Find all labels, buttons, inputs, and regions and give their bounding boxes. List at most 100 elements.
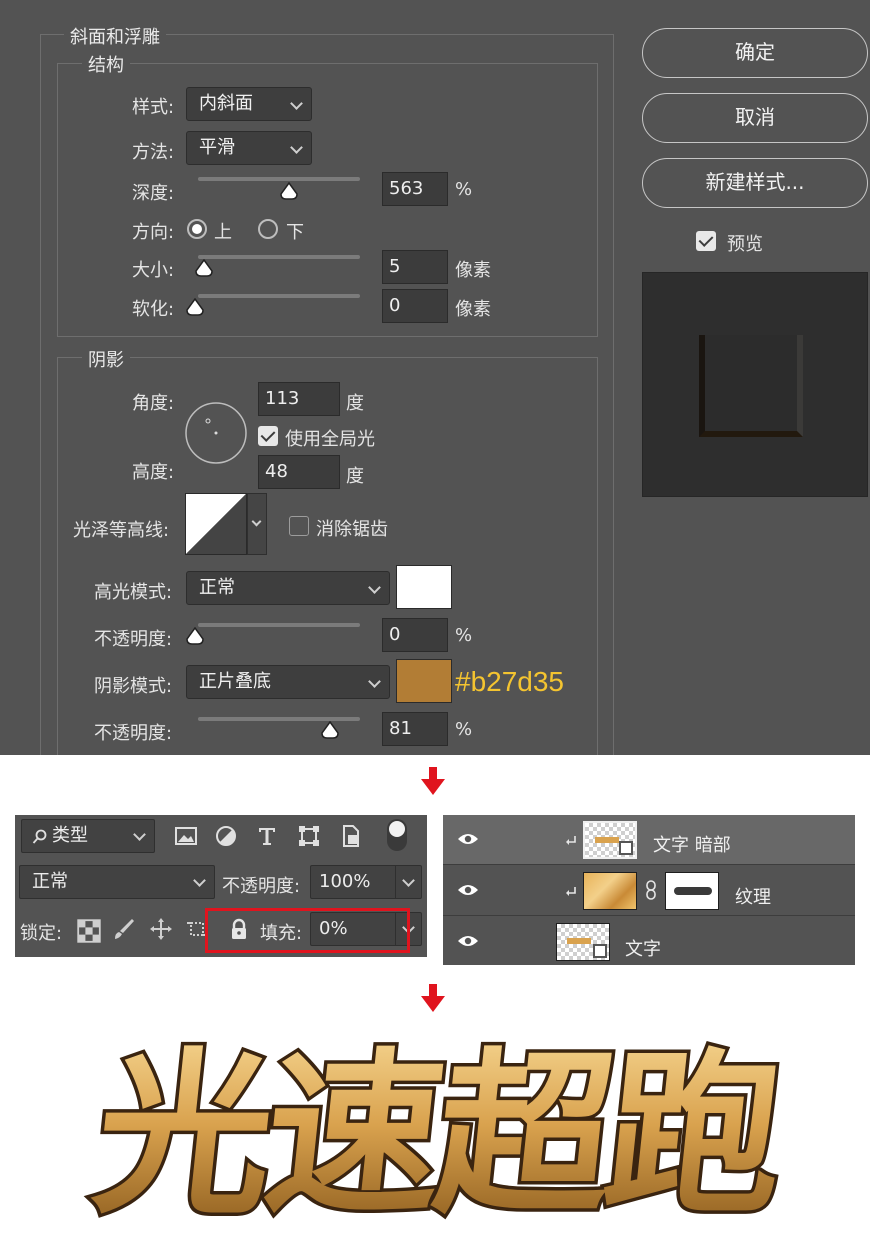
altitude-input[interactable]: 48 [258,455,340,489]
new-style-button[interactable]: 新建样式... [642,158,868,208]
technique-label: 方法: [132,142,175,163]
layer-style-dialog: 斜面和浮雕 结构 样式: 内斜面 方法: 平滑 深度: 563 % 方向: 上 … [0,0,870,755]
eye-icon[interactable] [457,832,479,846]
soften-unit: 像素 [455,299,491,320]
lock-position-icon[interactable] [149,917,173,941]
direction-up-radio[interactable] [187,219,207,239]
lock-transparent-pixels-icon[interactable] [77,919,101,943]
use-global-light-label[interactable]: 使用全局光 [285,425,375,451]
direction-up-label[interactable]: 上 [214,218,232,244]
mask-shape [674,887,712,895]
angle-dial[interactable] [184,401,248,465]
highlight-opacity-input[interactable]: 0 [382,618,448,652]
direction-down-radio[interactable] [258,219,278,239]
highlight-opacity-label: 不透明度: [94,629,173,650]
size-slider-track[interactable] [198,255,360,259]
shadow-color-annotation: #b27d35 [455,666,565,697]
layer-thumbnail-art [567,938,591,944]
structure-title: 结构 [82,51,130,77]
preview-checkbox[interactable] [696,231,716,251]
highlight-opacity-thumb[interactable] [185,627,205,645]
gloss-contour-label: 光泽等高线: [73,520,170,541]
gloss-contour-dropdown[interactable] [247,493,267,555]
layer-name[interactable]: 文字 暗部 [653,831,731,857]
depth-unit: % [455,179,473,200]
cancel-button[interactable]: 取消 [642,93,868,143]
shadow-mode-select[interactable]: 正片叠底 [186,665,390,699]
lock-label: 锁定: [20,923,63,944]
smart-object-filter-icon[interactable] [339,824,363,848]
layer-row[interactable]: 纹理 [443,866,855,916]
angle-unit: 度 [346,393,364,414]
size-slider-thumb[interactable] [194,259,214,277]
angle-label: 角度: [132,393,175,414]
link-icon[interactable] [645,880,657,900]
layer-mask-thumbnail [665,872,719,910]
depth-slider-thumb[interactable] [279,182,299,200]
highlight-mode-label: 高光模式: [94,582,173,603]
size-unit: 像素 [455,260,491,281]
ok-button[interactable]: 确定 [642,28,868,78]
technique-select-value: 平滑 [199,137,235,158]
preview-label[interactable]: 预览 [727,230,763,256]
chevron-down-icon [193,874,206,887]
filter-kind-select[interactable]: 类型 [21,819,155,853]
chevron-down-icon [251,516,262,527]
eye-icon[interactable] [457,934,479,948]
highlight-opacity-track[interactable] [198,623,360,627]
lock-image-pixels-icon[interactable] [112,917,136,941]
eye-icon[interactable] [457,883,479,897]
clipping-mask-icon [566,887,576,896]
shadow-opacity-unit: % [455,719,473,740]
arrow-down-icon [421,984,445,1012]
anti-aliased-label[interactable]: 消除锯齿 [316,515,388,541]
image-filter-icon[interactable] [174,824,198,848]
altitude-unit: 度 [346,466,364,487]
technique-select[interactable]: 平滑 [186,131,312,165]
shadow-color-swatch[interactable] [396,659,452,703]
shape-filter-icon[interactable] [297,824,321,848]
highlight-mode-value: 正常 [199,577,235,598]
depth-input[interactable]: 563 [382,172,448,206]
direction-down-label[interactable]: 下 [286,218,304,244]
bevel-emboss-title: 斜面和浮雕 [64,23,166,49]
soften-slider-track[interactable] [198,294,360,298]
layer-row[interactable]: 文字 暗部 [443,815,855,865]
angle-input[interactable]: 113 [258,382,340,416]
anti-aliased-checkbox[interactable] [289,516,309,536]
shadow-opacity-thumb[interactable] [320,721,340,739]
adjustment-filter-icon[interactable] [214,824,238,848]
gloss-contour-preview[interactable] [185,493,247,555]
layer-thumbnail [556,923,610,961]
chevron-down-icon [368,675,381,688]
layer-row[interactable]: 文字 [443,917,855,967]
depth-slider-track[interactable] [198,177,360,181]
shading-title: 阴影 [82,346,130,372]
direction-label: 方向: [132,222,175,243]
soften-input[interactable]: 0 [382,289,448,323]
opacity-value: 100% [319,871,371,892]
size-label: 大小: [132,260,175,281]
use-global-light-checkbox[interactable] [258,426,278,446]
chevron-down-icon [133,828,146,841]
opacity-label: 不透明度: [222,876,301,897]
layer-name[interactable]: 文字 [625,935,661,961]
smart-object-badge-icon [593,944,607,958]
shadow-opacity-input[interactable]: 81 [382,712,448,746]
layer-name[interactable]: 纹理 [735,883,771,909]
blend-mode-select[interactable]: 正常 [19,865,215,899]
style-select[interactable]: 内斜面 [186,87,312,121]
type-filter-icon[interactable] [255,824,279,848]
highlight-opacity-unit: % [455,625,473,646]
chevron-down-icon [290,141,303,154]
fill-highlight-box [205,908,410,953]
filter-toggle-switch[interactable] [387,819,407,851]
size-input[interactable]: 5 [382,250,448,284]
highlight-color-swatch[interactable] [396,565,452,609]
layer-thumbnail [583,821,637,859]
altitude-label: 高度: [132,462,175,483]
highlight-mode-select[interactable]: 正常 [186,571,390,605]
shadow-opacity-label: 不透明度: [94,723,173,744]
soften-slider-thumb[interactable] [185,298,205,316]
opacity-input[interactable]: 100% [310,865,422,899]
